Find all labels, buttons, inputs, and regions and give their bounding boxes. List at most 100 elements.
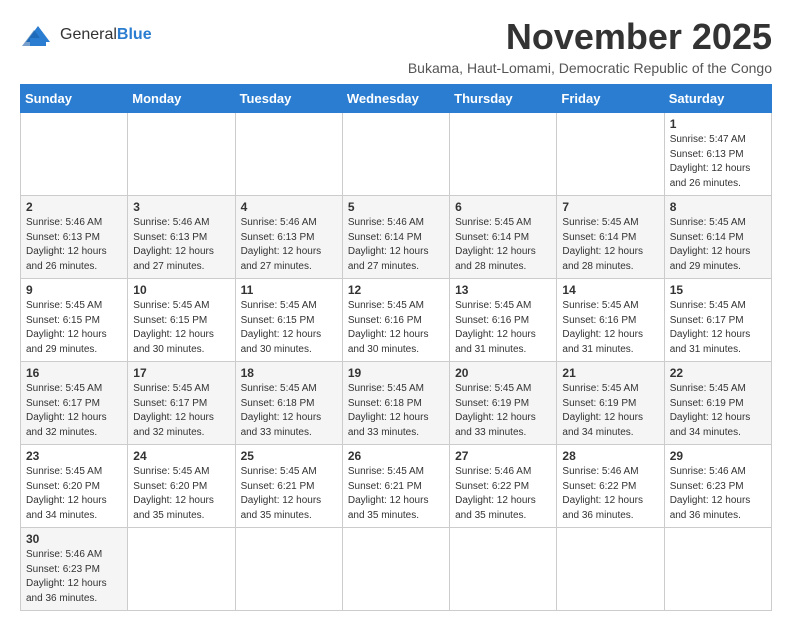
calendar-week-row: 30 Sunrise: 5:46 AM Sunset: 6:23 PM Dayli…	[21, 528, 772, 611]
weekday-header-row: SundayMondayTuesdayWednesdayThursdayFrid…	[21, 85, 772, 113]
calendar-cell: 8 Sunrise: 5:45 AM Sunset: 6:14 PM Daylig…	[664, 196, 771, 279]
day-number: 4	[241, 200, 337, 214]
day-number: 24	[133, 449, 229, 463]
day-number: 20	[455, 366, 551, 380]
day-info: Sunrise: 5:46 AM Sunset: 6:14 PM Dayligh…	[348, 216, 444, 274]
day-number: 14	[562, 283, 658, 297]
calendar-cell	[557, 113, 664, 196]
calendar-cell: 20Sunrise: 5:45 AM Sunset: 6:19 PM Dayli…	[450, 362, 557, 445]
logo: GeneralBlue	[20, 20, 152, 50]
day-info: Sunrise: 5:45 AM Sunset: 6:15 PM Dayligh…	[133, 299, 229, 357]
calendar-cell: 26Sunrise: 5:45 AM Sunset: 6:21 PM Dayli…	[342, 445, 449, 528]
weekday-header-saturday: Saturday	[664, 85, 771, 113]
day-number: 27	[455, 449, 551, 463]
calendar-cell	[342, 113, 449, 196]
day-info: Sunrise: 5:46 AM Sunset: 6:13 PM Dayligh…	[241, 216, 337, 274]
logo-icon	[20, 20, 56, 50]
calendar-cell: 5 Sunrise: 5:46 AM Sunset: 6:14 PM Daylig…	[342, 196, 449, 279]
calendar-cell	[235, 113, 342, 196]
day-info: Sunrise: 5:45 AM Sunset: 6:20 PM Dayligh…	[26, 465, 122, 523]
day-info: Sunrise: 5:45 AM Sunset: 6:18 PM Dayligh…	[241, 382, 337, 440]
title-block: November 2025 Bukama, Haut-Lomami, Democ…	[408, 16, 772, 76]
month-title: November 2025	[408, 16, 772, 58]
weekday-header-wednesday: Wednesday	[342, 85, 449, 113]
day-info: Sunrise: 5:45 AM Sunset: 6:21 PM Dayligh…	[348, 465, 444, 523]
calendar-cell: 17Sunrise: 5:45 AM Sunset: 6:17 PM Dayli…	[128, 362, 235, 445]
day-info: Sunrise: 5:45 AM Sunset: 6:15 PM Dayligh…	[241, 299, 337, 357]
day-info: Sunrise: 5:45 AM Sunset: 6:14 PM Dayligh…	[670, 216, 766, 274]
logo-text: GeneralBlue	[60, 26, 152, 44]
day-number: 13	[455, 283, 551, 297]
calendar-cell	[450, 528, 557, 611]
calendar-cell	[664, 528, 771, 611]
day-info: Sunrise: 5:45 AM Sunset: 6:17 PM Dayligh…	[26, 382, 122, 440]
day-info: Sunrise: 5:45 AM Sunset: 6:14 PM Dayligh…	[455, 216, 551, 274]
day-info: Sunrise: 5:45 AM Sunset: 6:16 PM Dayligh…	[455, 299, 551, 357]
calendar-cell: 14 Sunrise: 5:45 AM Sunset: 6:16 PM Dayli…	[557, 279, 664, 362]
weekday-header-friday: Friday	[557, 85, 664, 113]
calendar-cell: 23 Sunrise: 5:45 AM Sunset: 6:20 PM Dayli…	[21, 445, 128, 528]
day-number: 16	[26, 366, 122, 380]
day-number: 12	[348, 283, 444, 297]
calendar-week-row: 1 Sunrise: 5:47 AM Sunset: 6:13 PM Daylig…	[21, 113, 772, 196]
day-number: 7	[562, 200, 658, 214]
day-info: Sunrise: 5:46 AM Sunset: 6:23 PM Dayligh…	[26, 548, 122, 606]
day-info: Sunrise: 5:45 AM Sunset: 6:16 PM Dayligh…	[562, 299, 658, 357]
day-number: 25	[241, 449, 337, 463]
day-info: Sunrise: 5:45 AM Sunset: 6:19 PM Dayligh…	[670, 382, 766, 440]
day-number: 9	[26, 283, 122, 297]
day-number: 2	[26, 200, 122, 214]
day-info: Sunrise: 5:47 AM Sunset: 6:13 PM Dayligh…	[670, 133, 766, 191]
day-number: 29	[670, 449, 766, 463]
weekday-header-monday: Monday	[128, 85, 235, 113]
day-number: 6	[455, 200, 551, 214]
day-info: Sunrise: 5:45 AM Sunset: 6:16 PM Dayligh…	[348, 299, 444, 357]
calendar-cell	[557, 528, 664, 611]
day-number: 15	[670, 283, 766, 297]
calendar-cell: 30 Sunrise: 5:46 AM Sunset: 6:23 PM Dayli…	[21, 528, 128, 611]
day-number: 1	[670, 117, 766, 131]
subtitle: Bukama, Haut-Lomami, Democratic Republic…	[408, 60, 772, 76]
day-info: Sunrise: 5:45 AM Sunset: 6:14 PM Dayligh…	[562, 216, 658, 274]
calendar-cell	[450, 113, 557, 196]
day-info: Sunrise: 5:45 AM Sunset: 6:19 PM Dayligh…	[562, 382, 658, 440]
calendar-cell: 9 Sunrise: 5:45 AM Sunset: 6:15 PM Daylig…	[21, 279, 128, 362]
calendar-cell: 7 Sunrise: 5:45 AM Sunset: 6:14 PM Daylig…	[557, 196, 664, 279]
day-info: Sunrise: 5:45 AM Sunset: 6:20 PM Dayligh…	[133, 465, 229, 523]
day-number: 8	[670, 200, 766, 214]
calendar-cell: 3Sunrise: 5:46 AM Sunset: 6:13 PM Daylig…	[128, 196, 235, 279]
calendar-cell: 24 Sunrise: 5:45 AM Sunset: 6:20 PM Dayli…	[128, 445, 235, 528]
day-number: 28	[562, 449, 658, 463]
day-number: 21	[562, 366, 658, 380]
day-info: Sunrise: 5:46 AM Sunset: 6:22 PM Dayligh…	[455, 465, 551, 523]
day-info: Sunrise: 5:45 AM Sunset: 6:21 PM Dayligh…	[241, 465, 337, 523]
calendar-cell: 6 Sunrise: 5:45 AM Sunset: 6:14 PM Daylig…	[450, 196, 557, 279]
day-info: Sunrise: 5:46 AM Sunset: 6:13 PM Dayligh…	[26, 216, 122, 274]
day-number: 5	[348, 200, 444, 214]
calendar-cell: 27 Sunrise: 5:46 AM Sunset: 6:22 PM Dayli…	[450, 445, 557, 528]
calendar-cell: 15 Sunrise: 5:45 AM Sunset: 6:17 PM Dayli…	[664, 279, 771, 362]
weekday-header-thursday: Thursday	[450, 85, 557, 113]
calendar-cell: 12 Sunrise: 5:45 AM Sunset: 6:16 PM Dayli…	[342, 279, 449, 362]
calendar-cell	[128, 113, 235, 196]
calendar-week-row: 23 Sunrise: 5:45 AM Sunset: 6:20 PM Dayli…	[21, 445, 772, 528]
calendar-cell: 2 Sunrise: 5:46 AM Sunset: 6:13 PM Daylig…	[21, 196, 128, 279]
calendar-cell	[235, 528, 342, 611]
day-info: Sunrise: 5:45 AM Sunset: 6:15 PM Dayligh…	[26, 299, 122, 357]
day-number: 23	[26, 449, 122, 463]
calendar-cell: 13 Sunrise: 5:45 AM Sunset: 6:16 PM Dayli…	[450, 279, 557, 362]
calendar-cell: 21 Sunrise: 5:45 AM Sunset: 6:19 PM Dayli…	[557, 362, 664, 445]
calendar-cell: 28 Sunrise: 5:46 AM Sunset: 6:22 PM Dayli…	[557, 445, 664, 528]
calendar-cell: 4 Sunrise: 5:46 AM Sunset: 6:13 PM Daylig…	[235, 196, 342, 279]
weekday-header-tuesday: Tuesday	[235, 85, 342, 113]
calendar-cell	[21, 113, 128, 196]
day-number: 3	[133, 200, 229, 214]
day-number: 30	[26, 532, 122, 546]
day-info: Sunrise: 5:46 AM Sunset: 6:23 PM Dayligh…	[670, 465, 766, 523]
day-info: Sunrise: 5:46 AM Sunset: 6:22 PM Dayligh…	[562, 465, 658, 523]
day-number: 19	[348, 366, 444, 380]
day-number: 22	[670, 366, 766, 380]
day-info: Sunrise: 5:45 AM Sunset: 6:17 PM Dayligh…	[670, 299, 766, 357]
day-number: 18	[241, 366, 337, 380]
weekday-header-sunday: Sunday	[21, 85, 128, 113]
